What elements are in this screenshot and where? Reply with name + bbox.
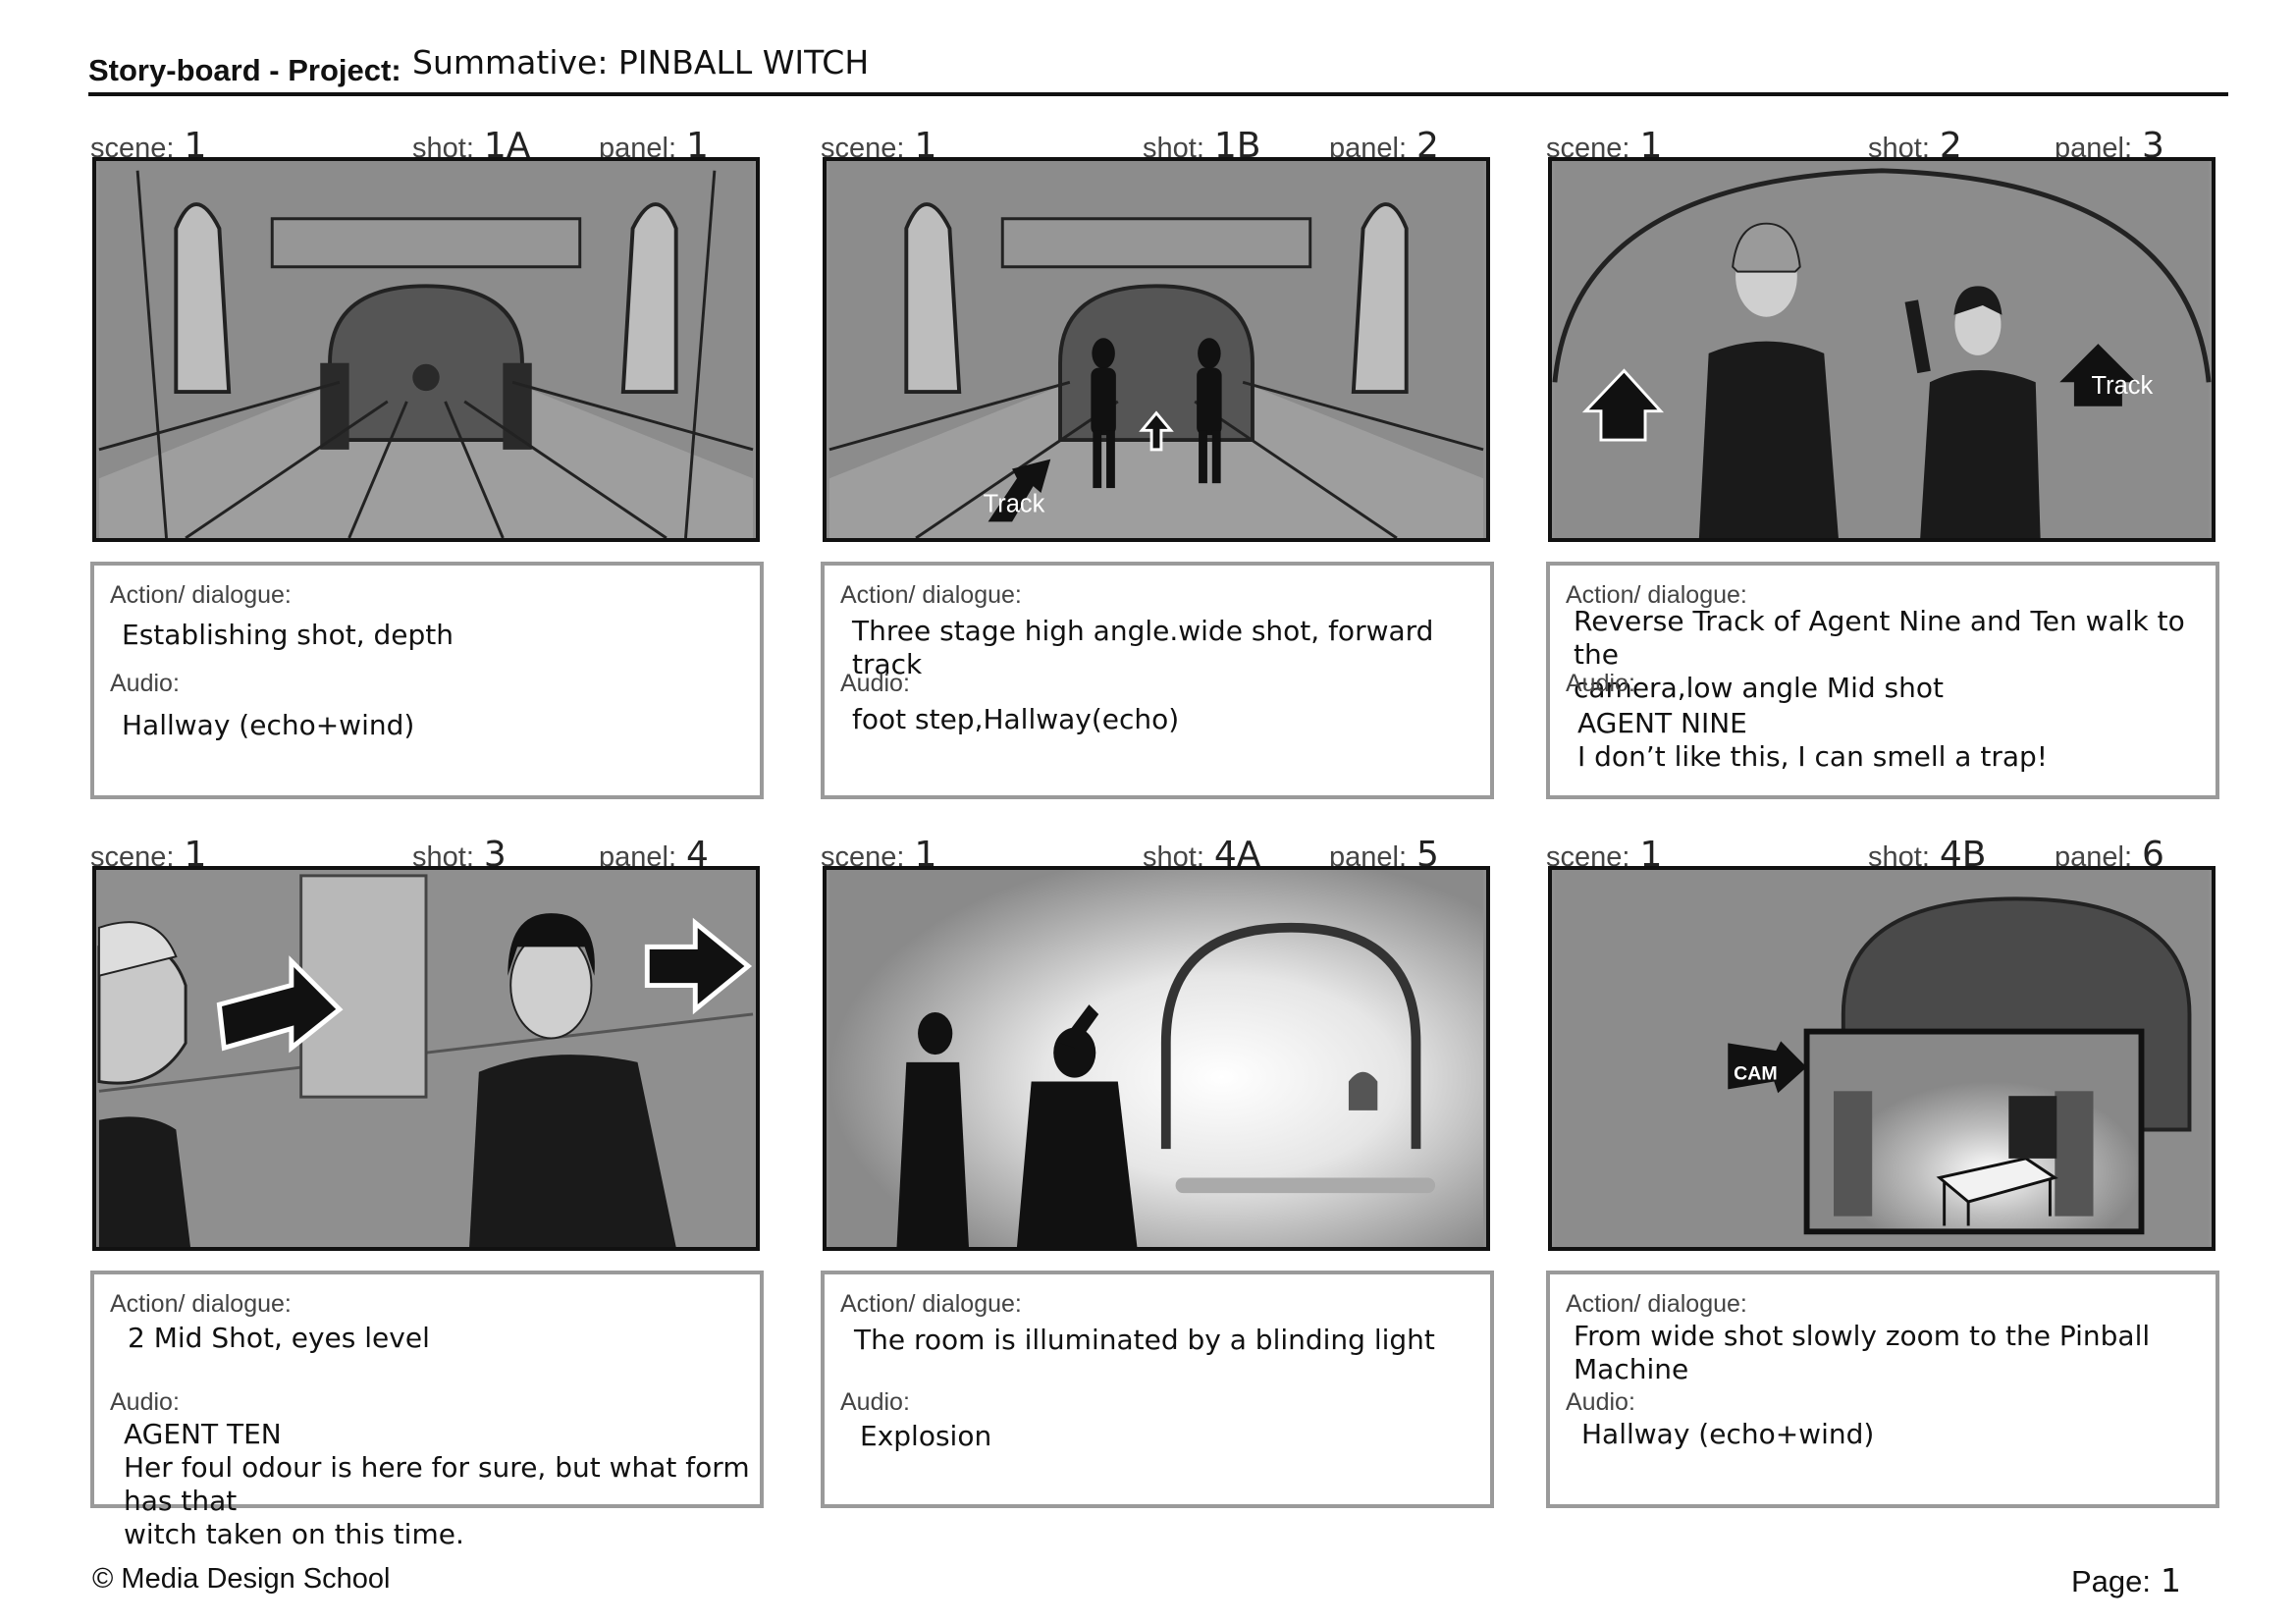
audio-text: AGENT TEN Her foul odour is here for sur… — [124, 1418, 750, 1550]
audio-text: Explosion — [860, 1420, 992, 1452]
action-text: Three stage high angle.wide shot, forwar… — [852, 615, 1434, 680]
audio-label: Audio: — [110, 1388, 180, 1416]
action-label: Action/ dialogue: — [840, 581, 1022, 609]
audio-label: Audio: — [840, 1388, 910, 1416]
audio-label: Audio: — [1566, 1388, 1635, 1416]
page-indicator: Page: 1 — [2071, 1561, 2181, 1599]
sketch-frame: Track — [823, 157, 1490, 542]
sketch-frame — [92, 157, 760, 542]
page-number: 1 — [2161, 1561, 2182, 1599]
audio-text: Hallway (echo+wind) — [1581, 1418, 1875, 1450]
action-text: Establishing shot, depth — [122, 619, 454, 651]
action-text: From wide shot slowly zoom to the Pinbal… — [1574, 1320, 2151, 1385]
two-shot-sketch — [97, 870, 754, 1247]
page-label: Page: — [2071, 1564, 2152, 1598]
action-text: The room is illuminated by a blinding li… — [854, 1324, 1435, 1356]
track-annotation: Track — [984, 491, 1045, 518]
copyright-notice: © Media Design School — [92, 1563, 391, 1595]
sketch-frame — [823, 866, 1490, 1251]
track-annotation: Track — [2092, 372, 2154, 400]
project-title: Summative: PINBALL WITCH — [412, 43, 870, 81]
audio-text: AGENT NINE I don’t like this, I can smel… — [1577, 707, 2048, 773]
hallway-agents-sketch: Track — [828, 161, 1484, 538]
action-text: 2 Mid Shot, eyes level — [128, 1322, 430, 1354]
notes-box: Action/ dialogue: Establishing shot, dep… — [90, 562, 764, 799]
audio-text: foot step,Hallway(echo) — [852, 703, 1180, 735]
sketch-frame: Track — [1548, 157, 2216, 542]
audio-label: Audio: — [1566, 670, 1635, 697]
sketch-frame: CAM — [1548, 866, 2216, 1251]
agents-low-angle-sketch: Track — [1552, 161, 2212, 538]
cam-annotation: CAM — [1734, 1063, 1778, 1085]
notes-box: Action/ dialogue: From wide shot slowly … — [1546, 1271, 2219, 1508]
hallway-sketch — [98, 161, 754, 538]
audio-label: Audio: — [840, 670, 910, 697]
notes-box: Action/ dialogue: 2 Mid Shot, eyes level… — [90, 1271, 764, 1550]
blinding-light-sketch — [828, 870, 1484, 1247]
action-label: Action/ dialogue: — [1566, 1290, 1747, 1318]
notes-box: Action/ dialogue: The room is illuminate… — [821, 1271, 1494, 1508]
sketch-frame — [92, 866, 760, 1251]
action-text: Reverse Track of Agent Nine and Ten walk… — [1574, 605, 2185, 704]
notes-box: Action/ dialogue: Three stage high angle… — [821, 562, 1494, 799]
header-divider — [88, 92, 2228, 96]
notes-box: Action/ dialogue: Reverse Track of Agent… — [1546, 562, 2219, 799]
action-label: Action/ dialogue: — [110, 1290, 292, 1318]
action-label: Action/ dialogue: — [840, 1290, 1022, 1318]
action-label: Action/ dialogue: — [110, 581, 292, 609]
audio-text: Hallway (echo+wind) — [122, 709, 415, 741]
pinball-zoom-sketch: CAM — [1554, 870, 2210, 1247]
audio-label: Audio: — [110, 670, 180, 697]
page-header: Story-board - Project: Summative: PINBAL… — [88, 41, 2228, 100]
storyboard-label: Story-board - Project: — [88, 53, 401, 87]
